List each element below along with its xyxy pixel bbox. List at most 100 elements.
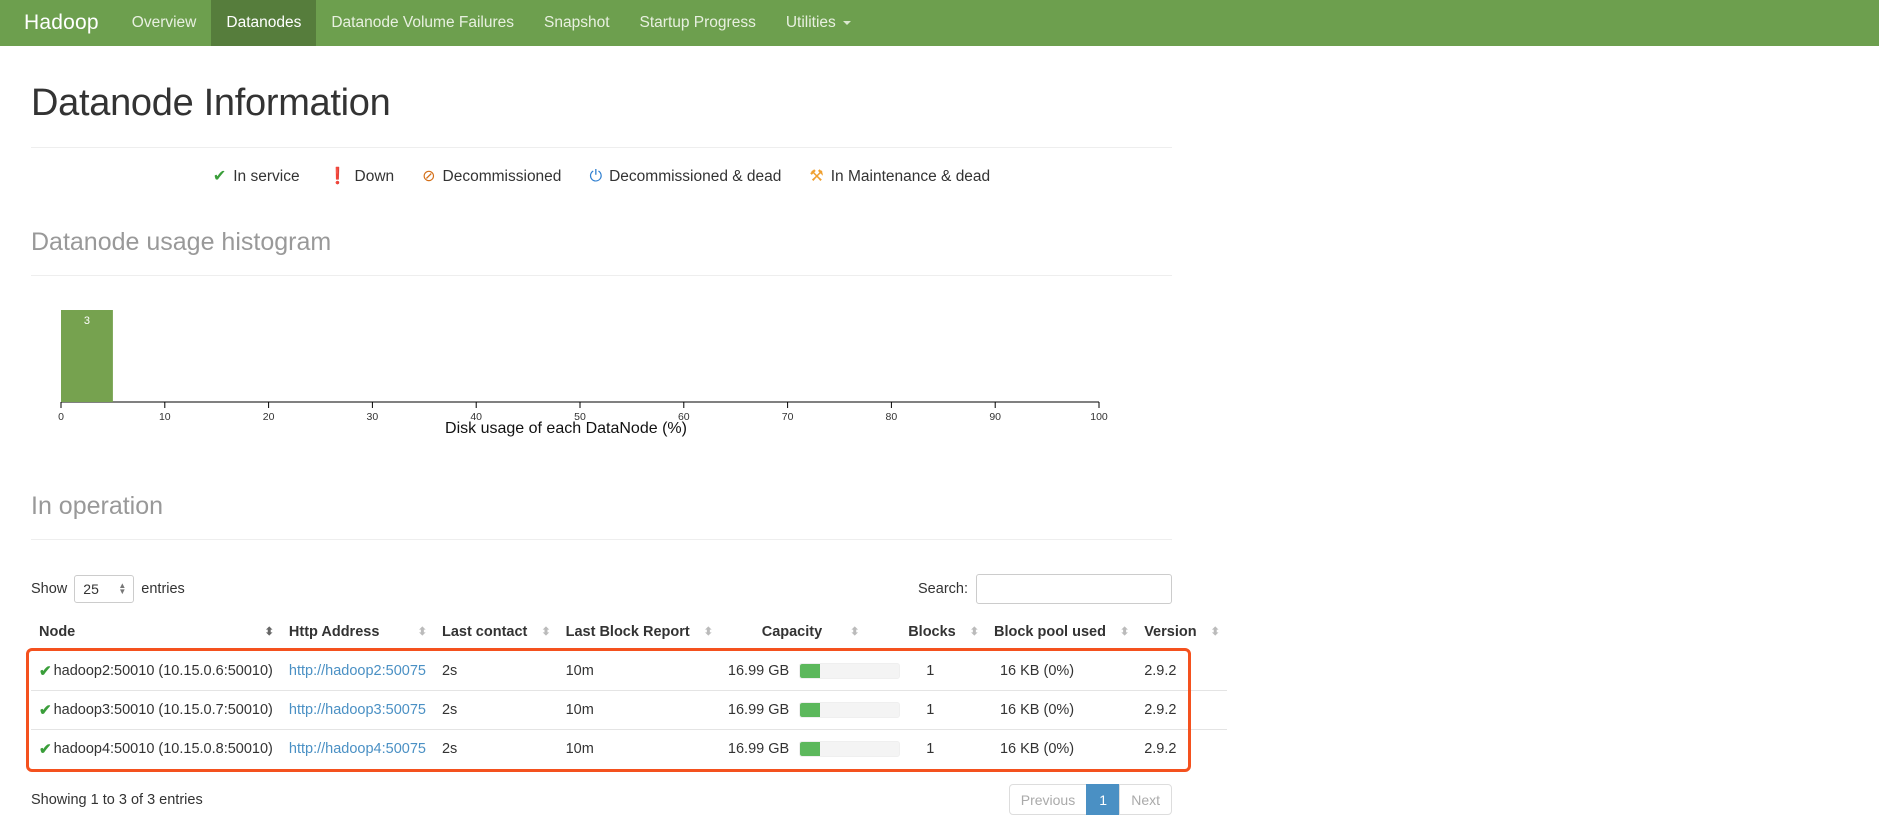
nav-item-datanode-volume-failures[interactable]: Datanode Volume Failures bbox=[316, 0, 529, 46]
column-header-last-block-report[interactable]: Last Block Report ⬍ bbox=[558, 618, 720, 652]
cell-last-contact: 2s bbox=[433, 729, 558, 768]
histogram-bar-label: 3 bbox=[84, 315, 90, 327]
nav-item-label: Datanode Volume Failures bbox=[331, 14, 515, 31]
legend-item-in-service: ✔ In service bbox=[213, 168, 300, 186]
exclamation-circle-icon: ❗ bbox=[327, 168, 348, 185]
entries-info: Showing 1 to 3 of 3 entries bbox=[31, 791, 203, 808]
chevron-down-icon bbox=[842, 21, 851, 25]
sort-icon[interactable]: ⬍ bbox=[704, 626, 713, 638]
table-row: ✔ hadoop2:50010 (10.15.0.6:50010) http://h… bbox=[31, 652, 1227, 691]
cell-http-address: http://hadoop4:50075 bbox=[280, 729, 434, 768]
cell-version: 2.9.2 bbox=[1136, 729, 1227, 768]
capacity-progress-fill bbox=[800, 664, 820, 678]
in-operation-heading: In operation bbox=[31, 492, 164, 520]
cell-last-block-report: 10m bbox=[557, 729, 720, 768]
column-header-last-contact[interactable]: Last contact ⬍ bbox=[434, 618, 558, 652]
pagination-previous[interactable]: Previous bbox=[1008, 784, 1088, 815]
http-address-link[interactable]: http://hadoop3:50075 bbox=[289, 702, 426, 718]
nav-item-label: Utilities bbox=[785, 14, 836, 31]
column-header-capacity[interactable]: Capacity ⬍ bbox=[720, 618, 900, 652]
sort-icon[interactable]: ⬍ bbox=[850, 626, 859, 638]
check-icon: ✔ bbox=[39, 741, 52, 758]
datanode-table: Node ⬍ Http Address ⬍ Last contact ⬍ Last Bloc… bbox=[31, 618, 1227, 768]
nav-item-label: Startup Progress bbox=[639, 14, 756, 31]
http-address-link[interactable]: http://hadoop2:50075 bbox=[289, 663, 426, 679]
capacity-progress-fill bbox=[800, 703, 820, 717]
legend-item-in-maintenance-dead: ⚒ In Maintenance & dead bbox=[809, 168, 990, 186]
pagination: Previous 1 Next bbox=[1008, 784, 1172, 815]
ban-icon: ⊘ bbox=[422, 168, 436, 185]
column-header-http-address[interactable]: Http Address ⬍ bbox=[281, 618, 434, 652]
cell-capacity: 16.99 GB bbox=[720, 652, 901, 691]
column-header-blocks[interactable]: Blocks ⬍ bbox=[900, 618, 986, 652]
page-size-select[interactable]: 25 ▲ ▼ bbox=[74, 575, 135, 603]
pagination-page-1[interactable]: 1 bbox=[1086, 784, 1121, 815]
column-header-label: Node bbox=[39, 624, 76, 640]
node-name: hadoop4:50010 (10.15.0.8:50010) bbox=[53, 741, 273, 757]
nav-item-snapshot[interactable]: Snapshot bbox=[529, 0, 625, 46]
cell-http-address: http://hadoop2:50075 bbox=[281, 652, 434, 691]
node-name: hadoop3:50010 (10.15.0.7:50010) bbox=[53, 702, 273, 718]
cell-node: ✔ hadoop3:50010 (10.15.0.7:50010) bbox=[31, 690, 281, 730]
cell-capacity: 16.99 GB bbox=[719, 729, 901, 768]
column-header-block-pool-used[interactable]: Block pool used ⬍ bbox=[986, 618, 1136, 652]
stepper-icon[interactable]: ▲ ▼ bbox=[118, 582, 126, 596]
nav-item-overview[interactable]: Overview bbox=[117, 0, 212, 46]
show-entries-control: Show 25 ▲ ▼ entries bbox=[31, 575, 185, 603]
http-address-link[interactable]: http://hadoop4:50075 bbox=[289, 741, 426, 757]
status-legend: ✔ In service ❗ Down ⊘ Decommissioned ⏻ Decommis… bbox=[31, 168, 1172, 186]
sort-icon[interactable]: ⬍ bbox=[1211, 626, 1220, 638]
page-size-value: 25 bbox=[83, 581, 99, 597]
cell-block-pool-used: 16 KB (0%) bbox=[999, 663, 1075, 679]
sort-icon[interactable]: ⬍ bbox=[418, 626, 427, 638]
brand-logo[interactable]: Hadoop bbox=[0, 0, 117, 46]
table-row: ✔ hadoop3:50010 (10.15.0.7:50010) http://h… bbox=[31, 690, 1227, 730]
search-input[interactable] bbox=[976, 574, 1172, 604]
node-name: hadoop2:50010 (10.15.0.6:50010) bbox=[53, 663, 273, 679]
check-icon: ✔ bbox=[212, 168, 227, 185]
check-icon: ✔ bbox=[39, 702, 52, 719]
search-label: Search: bbox=[918, 581, 968, 597]
nav-item-datanodes[interactable]: Datanodes bbox=[211, 0, 317, 46]
histogram-divider bbox=[31, 275, 1172, 276]
check-icon: ✔ bbox=[39, 663, 52, 680]
cell-node: ✔ hadoop4:50010 (10.15.0.8:50010) bbox=[31, 729, 281, 768]
column-header-label: Blocks bbox=[908, 624, 956, 640]
histogram-axis-title: Disk usage of each DataNode (%) bbox=[445, 420, 687, 437]
top-navbar: Hadoop Overview Datanodes Datanode Volume … bbox=[0, 0, 1879, 46]
legend-item-decommissioned: ⊘ Decommissioned bbox=[422, 168, 561, 186]
power-off-icon: ⏻ bbox=[589, 168, 603, 185]
page-title: Datanode Information bbox=[31, 82, 391, 124]
cell-last-contact: 2s bbox=[441, 663, 458, 679]
column-header-label: Capacity bbox=[761, 624, 823, 640]
cell-blocks: 1 bbox=[926, 663, 935, 679]
legend-label: In Maintenance & dead bbox=[830, 168, 991, 185]
table-body: ✔ hadoop2:50010 (10.15.0.6:50010) http://h… bbox=[31, 652, 1227, 768]
nav-item-label: Datanodes bbox=[226, 14, 302, 31]
wrench-icon: ⚒ bbox=[809, 168, 824, 185]
sort-icon[interactable]: ⬍ bbox=[1120, 626, 1129, 638]
cell-blocks: 1 bbox=[900, 729, 986, 768]
page-container: Datanode Information ✔ In service ❗ Down ⊘ De… bbox=[0, 82, 1227, 815]
in-operation-divider bbox=[31, 539, 1172, 540]
cell-last-block-report: 10m bbox=[565, 663, 594, 679]
table-header-row: Node ⬍ Http Address ⬍ Last contact ⬍ Last Bloc… bbox=[31, 618, 1227, 652]
sort-icon[interactable]: ⬍ bbox=[265, 626, 274, 638]
column-header-label: Last contact bbox=[441, 624, 528, 640]
column-header-node[interactable]: Node ⬍ bbox=[31, 618, 281, 652]
sort-icon[interactable]: ⬍ bbox=[541, 626, 550, 638]
legend-item-decommissioned-dead: ⏻ Decommissioned & dead bbox=[589, 168, 781, 186]
nav-item-startup-progress[interactable]: Startup Progress bbox=[625, 0, 771, 46]
capacity-progress-bar bbox=[799, 663, 901, 679]
pagination-next[interactable]: Next bbox=[1119, 784, 1172, 815]
entries-label: entries bbox=[141, 581, 185, 597]
column-header-version[interactable]: Version ⬍ bbox=[1136, 618, 1227, 652]
nav-item-utilities[interactable]: Utilities bbox=[771, 0, 866, 46]
nav-item-label: Snapshot bbox=[544, 14, 610, 31]
cell-last-contact: 2s bbox=[433, 690, 558, 730]
sort-icon[interactable]: ⬍ bbox=[970, 626, 979, 638]
datanode-usage-histogram: 3 0 10 20 30 40 50 60 70 80 90 100 Disk usage of ea… bbox=[31, 300, 1172, 450]
cell-capacity: 16.99 GB bbox=[719, 690, 901, 730]
legend-item-down: ❗ Down bbox=[328, 168, 395, 186]
table-footer: Showing 1 to 3 of 3 entries Previous 1 N… bbox=[31, 784, 1172, 815]
